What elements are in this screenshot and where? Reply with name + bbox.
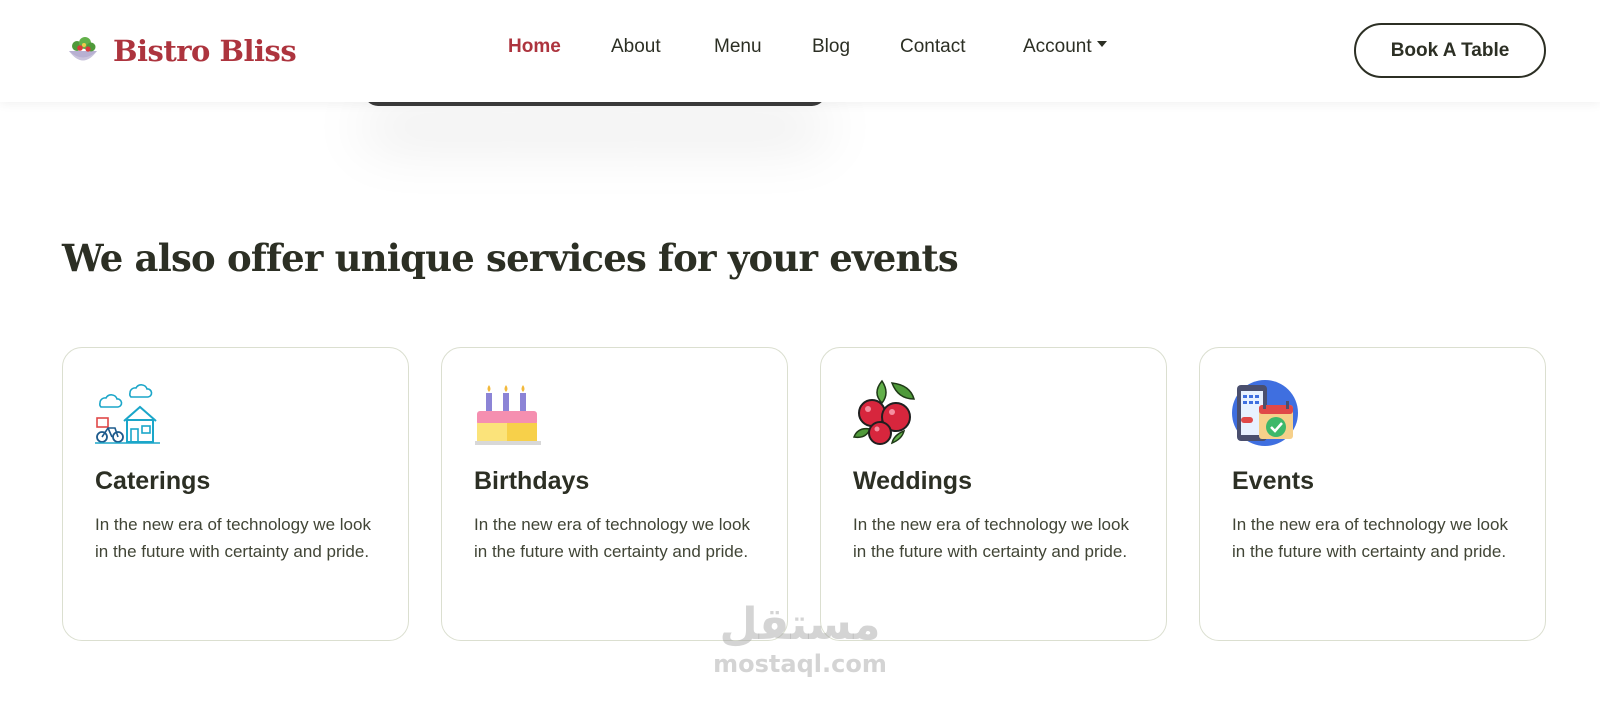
nav-item-account-label: Account [1023,36,1092,57]
service-card-text: In the new era of technology we look in … [95,515,371,561]
nav-item-contact[interactable]: Contact [900,36,965,58]
service-card-caterings[interactable]: Caterings In the new era of technology w… [62,347,409,641]
watermark-latin: mostaql.com [713,650,887,678]
birthday-cake-icon [475,385,541,445]
berries-icon [852,379,915,445]
chevron-down-icon [1096,40,1107,47]
services-list: Caterings In the new era of technology w… [62,347,1548,641]
site-header: Bistro Bliss Home About Menu Blog Contac… [0,0,1600,102]
service-card-events[interactable]: Events In the new era of technology we l… [1199,347,1546,641]
service-card-text: In the new era of technology we look in … [1232,515,1508,561]
service-card-title: Birthdays [474,467,590,495]
delivery-house-icon [95,384,160,444]
service-card-text: In the new era of technology we look in … [474,515,750,561]
nav-item-blog[interactable]: Blog [812,36,850,58]
book-table-button[interactable]: Book A Table [1354,23,1546,78]
section-title: We also offer unique services for your e… [62,236,959,280]
service-card-weddings[interactable]: Weddings In the new era of technology we… [820,347,1167,641]
nav-item-account[interactable]: Account [1023,36,1107,58]
service-card-birthdays[interactable]: Birthdays In the new era of technology w… [441,347,788,641]
service-card-title: Caterings [95,467,211,495]
service-card-title: Weddings [853,467,972,495]
calendar-phone-icon [1232,380,1298,446]
nav-item-menu[interactable]: Menu [714,36,762,58]
service-card-text: In the new era of technology we look in … [853,515,1129,561]
service-card-title: Events [1232,467,1314,495]
nav-item-about[interactable]: About [611,36,661,58]
nav-item-home[interactable]: Home [508,36,561,58]
